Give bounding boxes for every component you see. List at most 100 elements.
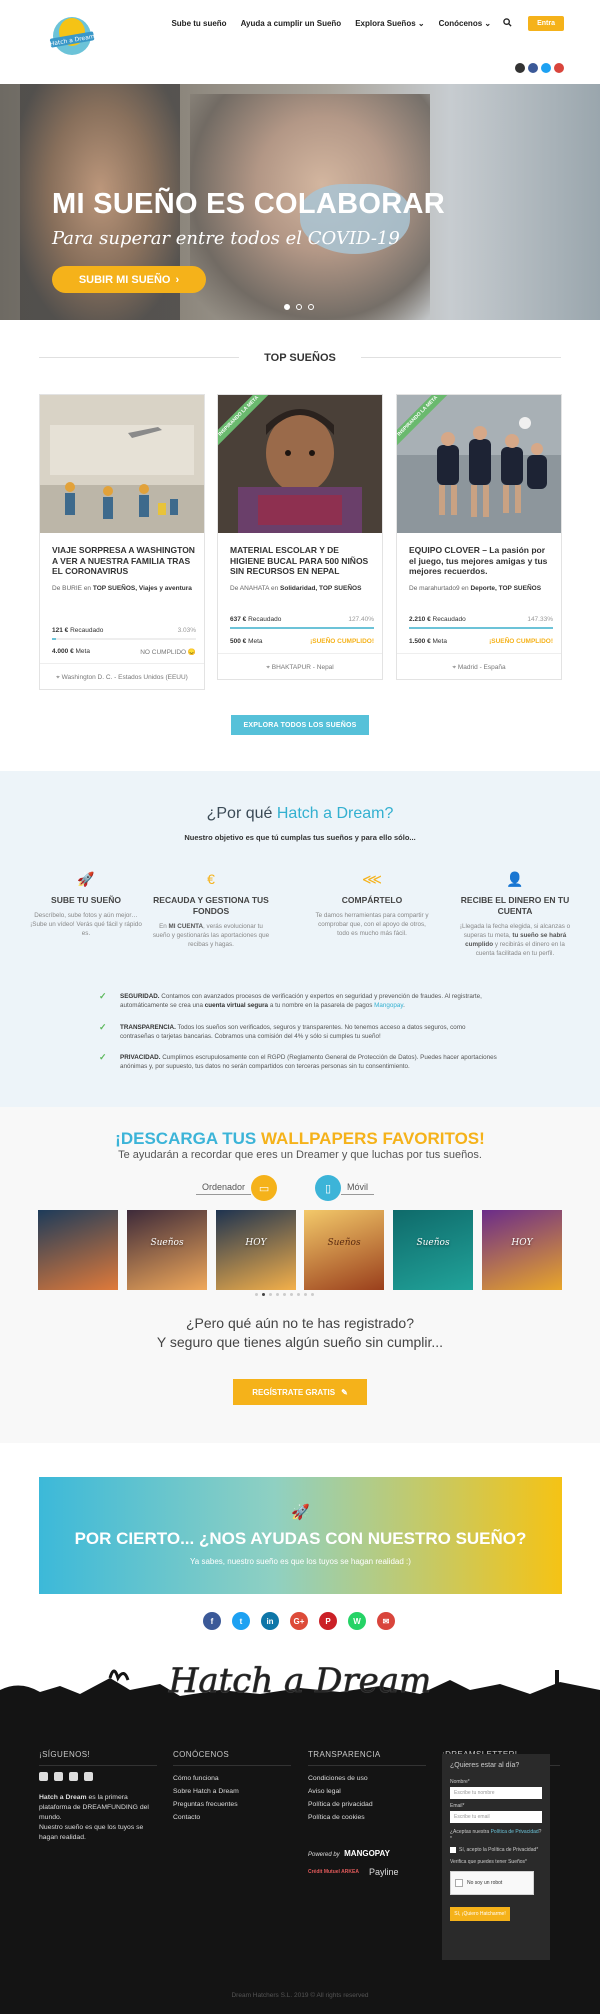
carousel-dot[interactable] — [262, 1293, 265, 1296]
nav-sube-tu-sueno[interactable]: Sube tu sueño — [171, 19, 226, 28]
phone-icon: ▯ — [315, 1175, 341, 1201]
linkedin-icon[interactable]: in — [261, 1612, 279, 1630]
twitter-icon[interactable] — [541, 63, 551, 73]
check-security: ✓ SEGURIDAD. Contamos con avanzados proc… — [99, 992, 501, 1010]
footer-link[interactable]: Política de privacidad — [308, 1798, 426, 1811]
wallpaper-thumb[interactable]: HOY — [216, 1210, 296, 1290]
slider-dot[interactable] — [308, 304, 314, 310]
search-icon[interactable] — [503, 18, 512, 29]
footer-link[interactable]: Sobre Hatch a Dream — [173, 1785, 291, 1798]
logo[interactable]: Hatch a Dream — [44, 12, 100, 58]
goal-value: 500 € — [230, 638, 247, 645]
hero-slider: MI SUEÑO ES COLABORAR Para superar entre… — [0, 84, 600, 320]
wallpaper-thumb[interactable]: Sueños — [127, 1210, 207, 1290]
share-bar: f t in G+ P W ✉ — [203, 1612, 395, 1630]
carousel-dot[interactable] — [290, 1293, 293, 1296]
raised-percent: 147.33% — [527, 616, 553, 623]
twitter-icon[interactable] — [69, 1772, 78, 1781]
carousel-dot[interactable] — [269, 1293, 272, 1296]
explore-all-button[interactable]: EXPLORA TODOS LOS SUEÑOS — [231, 715, 369, 735]
facebook-icon[interactable] — [528, 63, 538, 73]
check-text-a: Cumplimos escrupulosamente con el RGPD (… — [120, 1054, 497, 1070]
chevron-right-icon: › — [175, 273, 180, 286]
wallpaper-thumb[interactable] — [38, 1210, 118, 1290]
footer-about-brand: Hatch a Dream — [39, 1794, 87, 1801]
tab-desktop[interactable]: Ordenador ▭ — [196, 1173, 278, 1203]
instagram-icon[interactable] — [54, 1772, 63, 1781]
footer-link[interactable]: Aviso legal — [308, 1785, 426, 1798]
email-input[interactable]: Escribe tu email — [450, 1811, 542, 1823]
youtube-icon[interactable] — [84, 1772, 93, 1781]
by-prefix: De — [52, 585, 61, 592]
dream-card[interactable]: VIAJE SORPRESA A WASHINGTON A VER A NUES… — [39, 394, 205, 690]
carousel-dot[interactable] — [304, 1293, 307, 1296]
dream-location: ⌖ Washington D. C. - Estados Unidos (EEU… — [40, 674, 204, 682]
nav-conocenos[interactable]: Conócenos ⌄ — [439, 19, 492, 28]
dream-card-title[interactable]: EQUIPO CLOVER – La pasión por el juego, … — [409, 545, 553, 577]
check-privacy: ✓ PRIVACIDAD. Cumplimos escrupulosamente… — [99, 1053, 501, 1071]
dream-categories[interactable]: TOP SUEÑOS, Viajes y aventura — [93, 585, 192, 592]
dream-card-image: INSPIRANDO LA META — [218, 395, 382, 533]
wallpaper-thumb[interactable]: Sueños — [393, 1210, 473, 1290]
dream-author[interactable]: BURIE — [62, 585, 82, 592]
nav-ayuda[interactable]: Ayuda a cumplir un Sueño — [241, 19, 342, 28]
login-button[interactable]: Entra — [528, 16, 564, 31]
twitter-icon[interactable]: t — [232, 1612, 250, 1630]
progress-fill — [52, 638, 57, 640]
dream-card-title[interactable]: MATERIAL ESCOLAR Y DE HIGIENE BUCAL PARA… — [230, 545, 374, 577]
facebook-icon[interactable] — [39, 1772, 48, 1781]
carousel-dot[interactable] — [311, 1293, 314, 1296]
youtube-icon[interactable] — [554, 63, 564, 73]
facebook-icon[interactable]: f — [203, 1612, 221, 1630]
progress-bar — [409, 627, 553, 629]
captcha-checkbox[interactable] — [455, 1879, 463, 1887]
captcha-widget[interactable]: No soy un robot — [450, 1871, 534, 1895]
dream-card[interactable]: INSPIRANDO LA META MATERIAL ESCOLAR Y DE… — [217, 394, 383, 680]
nav-explora[interactable]: Explora Sueños ⌄ — [355, 19, 424, 28]
wallpaper-thumb[interactable]: Sueños — [304, 1210, 384, 1290]
dream-card-title[interactable]: VIAJE SORPRESA A WASHINGTON A VER A NUES… — [52, 545, 196, 577]
dream-card[interactable]: INSPIRANDO LA META EQUIPO CLOVER – La pa… — [396, 394, 562, 680]
in-word: en — [270, 585, 279, 592]
rocket-icon: 🚀 — [77, 871, 95, 887]
mangopay-link[interactable]: Mangopay — [374, 1002, 403, 1009]
dream-categories[interactable]: Solidaridad, TOP SUEÑOS — [280, 585, 361, 592]
raised-value: 637 € — [230, 616, 247, 623]
mi-cuenta-link[interactable]: MI CUENTA — [169, 923, 204, 930]
dream-author[interactable]: marahurtado9 — [419, 585, 459, 592]
accept-checkbox[interactable]: Sí, acepto la Política de Privacidad* — [450, 1847, 542, 1853]
footer-link[interactable]: Condiciones de uso — [308, 1772, 426, 1785]
dream-categories[interactable]: Deporte, TOP SUEÑOS — [470, 585, 541, 592]
tab-mobile[interactable]: ▯ Móvil — [315, 1173, 375, 1203]
footer-link[interactable]: Política de cookies — [308, 1811, 426, 1824]
carousel-dot[interactable] — [255, 1293, 258, 1296]
privacy-link[interactable]: Política de Privacidad — [491, 1829, 539, 1835]
footer-link[interactable]: Cómo funciona — [173, 1772, 291, 1785]
footer-trans-title: TRANSPARENCIA — [308, 1750, 426, 1766]
location-text: BHAKTAPUR - Nepal — [271, 664, 334, 671]
checkbox-box[interactable] — [450, 1847, 456, 1853]
why-title-a: ¿Por qué — [206, 805, 273, 822]
feature-text: Te damos herramientas para compartir y c… — [315, 912, 429, 937]
check-bold: cuenta virtual segura — [204, 1002, 269, 1009]
pinterest-icon[interactable]: P — [319, 1612, 337, 1630]
share-glyph: t — [239, 1616, 243, 1626]
dream-card-image — [40, 395, 204, 533]
dream-author[interactable]: ANAHATA — [240, 585, 269, 592]
carousel-dot[interactable] — [276, 1293, 279, 1296]
footer-link[interactable]: Preguntas frecuentes — [173, 1798, 291, 1811]
register-button[interactable]: REGÍSTRATE GRATIS ✎ — [233, 1379, 367, 1405]
slider-dot[interactable] — [284, 304, 290, 310]
slider-dot[interactable] — [296, 304, 302, 310]
subscribe-button[interactable]: Sí, ¡Quiero Hatcharme! — [450, 1907, 510, 1921]
name-input[interactable]: Escribe tu nombre — [450, 1787, 542, 1799]
carousel-dot[interactable] — [283, 1293, 286, 1296]
email-icon[interactable]: ✉ — [377, 1612, 395, 1630]
hero-cta-button[interactable]: SUBIR MI SUEÑO › — [52, 266, 206, 293]
footer-link[interactable]: Contacto — [173, 1811, 291, 1824]
googleplus-icon[interactable]: G+ — [290, 1612, 308, 1630]
instagram-icon[interactable] — [515, 63, 525, 73]
wallpaper-thumb[interactable]: HOY — [482, 1210, 562, 1290]
carousel-dot[interactable] — [297, 1293, 300, 1296]
whatsapp-icon[interactable]: W — [348, 1612, 366, 1630]
